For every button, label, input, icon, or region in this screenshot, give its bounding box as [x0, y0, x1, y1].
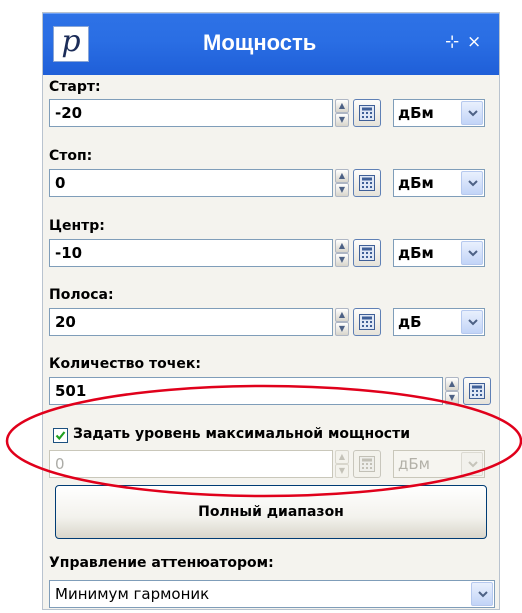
spin-up-icon[interactable]: ▲: [335, 308, 349, 322]
calculator-icon: [359, 105, 375, 121]
max-power-calculator-button[interactable]: [353, 450, 381, 478]
center-spin[interactable]: ▲ ▼: [335, 239, 349, 267]
spin-down-icon[interactable]: ▼: [335, 253, 349, 267]
spin-up-icon[interactable]: ▲: [335, 450, 349, 464]
attenuator-value: Минимум гармоник: [55, 585, 210, 603]
app-logo: p: [53, 26, 89, 62]
points-calculator-button[interactable]: [463, 377, 491, 405]
span-label: Полоса:: [49, 287, 114, 303]
start-spin[interactable]: ▲ ▼: [335, 99, 349, 127]
pin-icon[interactable]: ⊹: [445, 33, 459, 51]
stop-spin[interactable]: ▲ ▼: [335, 169, 349, 197]
stop-label: Стоп:: [49, 148, 93, 164]
points-input[interactable]: 501: [49, 377, 443, 405]
close-icon[interactable]: ×: [467, 33, 481, 51]
start-input[interactable]: -20: [49, 99, 333, 127]
span-calculator-button[interactable]: [353, 308, 381, 336]
chevron-down-icon[interactable]: [461, 171, 483, 195]
start-unit-value: дБм: [398, 104, 434, 122]
max-power-checkbox-label[interactable]: Задать уровень максимальной мощности: [73, 426, 410, 442]
start-unit-select[interactable]: дБм: [393, 99, 485, 127]
calculator-icon: [359, 245, 375, 261]
spin-down-icon[interactable]: ▼: [335, 183, 349, 197]
spin-up-icon[interactable]: ▲: [445, 377, 459, 391]
span-unit-value: дБ: [398, 313, 422, 331]
center-unit-value: дБм: [398, 244, 434, 262]
start-label: Старт:: [49, 79, 101, 95]
spin-down-icon[interactable]: ▼: [445, 391, 459, 405]
max-power-checkbox[interactable]: [53, 428, 68, 443]
stop-calculator-button[interactable]: [353, 169, 381, 197]
points-label: Количество точек:: [49, 356, 201, 372]
attenuator-label: Управление аттенюатором:: [49, 555, 274, 571]
calculator-icon: [469, 383, 485, 399]
chevron-down-icon[interactable]: [471, 582, 493, 606]
chevron-down-icon[interactable]: [461, 452, 483, 476]
chevron-down-icon[interactable]: [461, 241, 483, 265]
center-unit-select[interactable]: дБм: [393, 239, 485, 267]
calculator-icon: [359, 456, 375, 472]
stop-input[interactable]: 0: [49, 169, 333, 197]
spin-up-icon[interactable]: ▲: [335, 239, 349, 253]
full-range-button[interactable]: Полный диапазон: [55, 485, 487, 539]
panel-titlebar: p Мощность ⊹ ×: [43, 13, 499, 75]
spin-down-icon[interactable]: ▼: [335, 464, 349, 478]
spin-down-icon[interactable]: ▼: [335, 113, 349, 127]
chevron-down-icon[interactable]: [461, 310, 483, 334]
panel-title: Мощность: [203, 30, 317, 55]
check-icon: [55, 431, 66, 441]
canvas: p Мощность ⊹ × Старт: -20 ▲ ▼ дБм Стоп: …: [0, 0, 522, 613]
span-spin[interactable]: ▲ ▼: [335, 308, 349, 336]
power-panel: p Мощность ⊹ × Старт: -20 ▲ ▼ дБм Стоп: …: [42, 12, 500, 610]
max-power-spin[interactable]: ▲ ▼: [335, 450, 349, 478]
max-power-input[interactable]: 0: [49, 450, 333, 478]
stop-unit-select[interactable]: дБм: [393, 169, 485, 197]
max-power-unit-select[interactable]: дБм: [393, 450, 485, 478]
calculator-icon: [359, 314, 375, 330]
span-input[interactable]: 20: [49, 308, 333, 336]
spin-down-icon[interactable]: ▼: [335, 322, 349, 336]
center-calculator-button[interactable]: [353, 239, 381, 267]
spin-up-icon[interactable]: ▲: [335, 99, 349, 113]
attenuator-select[interactable]: Минимум гармоник: [49, 580, 495, 608]
span-unit-select[interactable]: дБ: [393, 308, 485, 336]
stop-unit-value: дБм: [398, 174, 434, 192]
center-label: Центр:: [49, 218, 105, 234]
calculator-icon: [359, 175, 375, 191]
start-calculator-button[interactable]: [353, 99, 381, 127]
chevron-down-icon[interactable]: [461, 101, 483, 125]
spin-up-icon[interactable]: ▲: [335, 169, 349, 183]
points-spin[interactable]: ▲ ▼: [445, 377, 459, 405]
max-power-unit-value: дБм: [398, 455, 430, 473]
center-input[interactable]: -10: [49, 239, 333, 267]
